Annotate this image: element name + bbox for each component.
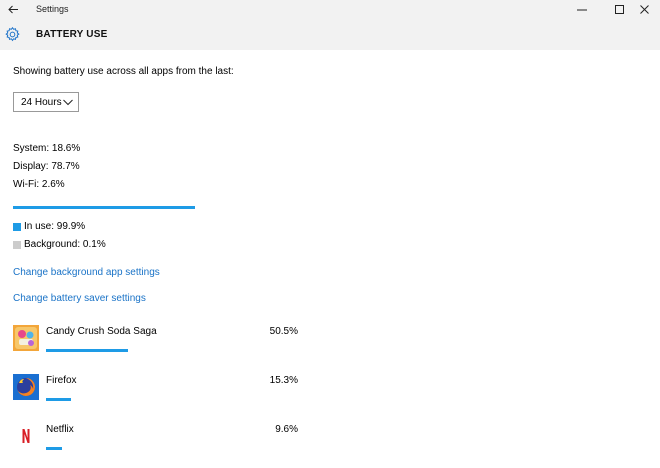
candy-crush-icon <box>13 325 39 351</box>
chevron-down-icon <box>63 99 73 106</box>
wifi-stat: Wi-Fi: 2.6% <box>13 179 65 190</box>
firefox-icon <box>13 374 39 400</box>
app-usage-bar <box>46 398 298 401</box>
change-background-app-settings-link[interactable]: Change background app settings <box>13 267 160 278</box>
app-percent: 50.5% <box>269 326 298 337</box>
period-dropdown-value: 24 Hours <box>21 97 62 108</box>
page-title: BATTERY USE <box>36 29 108 40</box>
app-usage-bar-fill <box>46 398 72 401</box>
change-battery-saver-settings-link[interactable]: Change battery saver settings <box>13 293 146 304</box>
period-caption: Showing battery use across all apps from… <box>13 66 234 77</box>
close-icon <box>639 5 649 14</box>
minimize-icon <box>577 9 587 10</box>
app-name: Candy Crush Soda Saga <box>46 326 157 337</box>
usage-bar-fill <box>13 206 195 209</box>
legend-in-use-label: In use: 99.9% <box>24 221 86 232</box>
display-stat: Display: 78.7% <box>13 161 80 172</box>
back-arrow-icon <box>7 5 18 14</box>
system-stat: System: 18.6% <box>13 143 81 154</box>
page-header: BATTERY USE <box>0 19 660 50</box>
legend-background-label: Background: 0.1% <box>24 239 106 250</box>
app-row-candy-crush[interactable]: Candy Crush Soda Saga 50.5% <box>13 325 313 370</box>
in-use-swatch <box>13 223 21 231</box>
maximize-icon <box>614 5 624 14</box>
app-percent: 15.3% <box>269 375 298 386</box>
background-swatch <box>13 241 21 249</box>
app-usage-bar <box>46 447 298 450</box>
app-percent: 9.6% <box>275 424 298 435</box>
usage-bar <box>13 206 195 209</box>
app-row-firefox[interactable]: Firefox 15.3% <box>13 374 313 419</box>
app-usage-bar <box>46 349 298 352</box>
close-button[interactable] <box>628 0 660 19</box>
title-bar: Settings <box>0 0 660 19</box>
app-name: Netflix <box>46 424 74 435</box>
period-dropdown[interactable]: 24 Hours <box>13 92 79 112</box>
minimize-button[interactable] <box>566 0 598 19</box>
app-row-netflix[interactable]: Netflix 9.6% <box>13 423 313 468</box>
netflix-icon <box>13 423 39 449</box>
app-name: Firefox <box>46 375 77 386</box>
window-title: Settings <box>36 4 69 14</box>
gear-icon <box>5 26 20 42</box>
app-usage-bar-fill <box>46 349 128 352</box>
back-button[interactable] <box>0 0 26 19</box>
app-usage-bar-fill <box>46 447 62 450</box>
